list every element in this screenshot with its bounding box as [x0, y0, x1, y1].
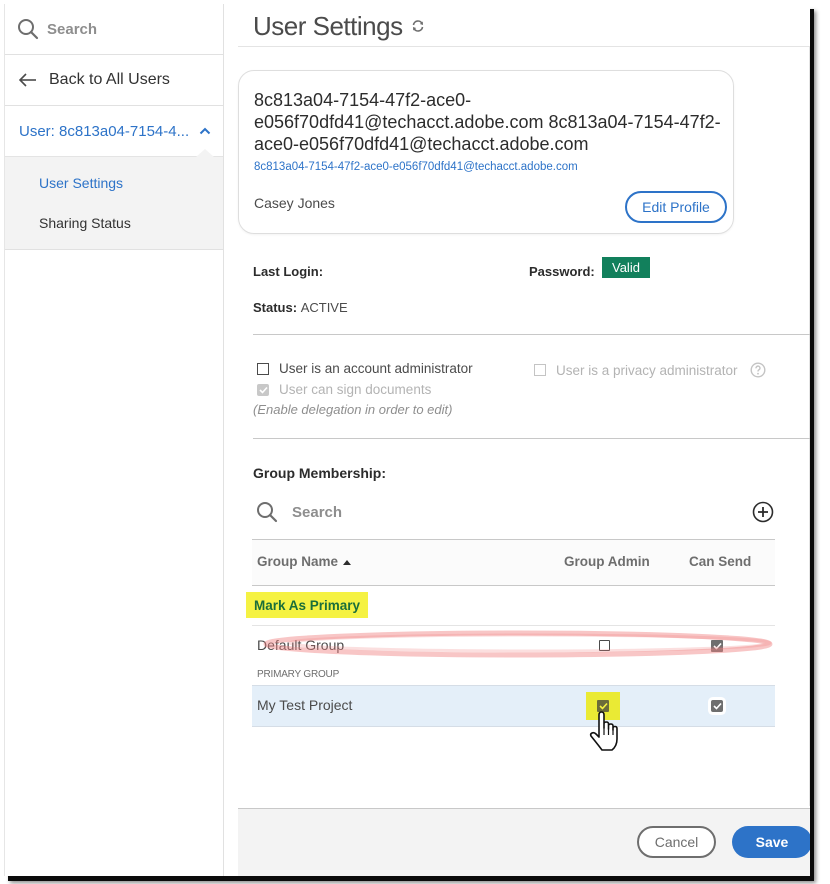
- title-divider: [238, 46, 810, 47]
- group-name: My Test Project: [257, 697, 353, 713]
- checkmark-icon: [598, 702, 608, 710]
- add-group-icon[interactable]: [752, 501, 774, 523]
- app-window: Search Back to All Users User: 8c813a04-…: [4, 4, 810, 876]
- privacy-admin-checkbox: [534, 364, 546, 376]
- status-field: Status: ACTIVE: [253, 300, 348, 315]
- group-name: Default Group: [257, 637, 345, 653]
- column-header-can-send: Can Send: [689, 554, 752, 569]
- sort-ascending-icon: [343, 559, 352, 565]
- column-header-group-name[interactable]: Group Name: [257, 554, 352, 569]
- arrow-left-icon: [19, 73, 36, 87]
- back-to-all-users-link[interactable]: Back to All Users: [5, 55, 223, 106]
- table-row[interactable]: Default Group: [252, 625, 775, 666]
- main-panel: User Settings 8c813a04-7154-47f2-ace0-e0…: [238, 4, 810, 876]
- edit-profile-button[interactable]: Edit Profile: [625, 191, 727, 223]
- checkmark-icon: [258, 386, 268, 394]
- footer-bar: Cancel Save: [238, 808, 810, 876]
- group-admin-checkbox[interactable]: [597, 700, 609, 712]
- can-send-checkbox[interactable]: [711, 700, 723, 712]
- password-status-badge: Valid: [602, 257, 650, 278]
- profile-card: 8c813a04-7154-47f2-ace0-e056f70dfd41@tec…: [238, 70, 734, 234]
- can-send-checkbox[interactable]: [711, 640, 723, 652]
- privacy-admin-checkbox-row: User is a privacy administrator: [534, 362, 766, 378]
- save-button[interactable]: Save: [732, 826, 810, 858]
- account-admin-checkbox-row[interactable]: User is an account administrator: [257, 361, 473, 376]
- sidebar-item-user-settings[interactable]: User Settings: [5, 163, 223, 203]
- profile-display-name: 8c813a04-7154-47f2-ace0-e056f70dfd41@tec…: [254, 90, 721, 154]
- password-label: Password:: [529, 264, 595, 279]
- help-icon[interactable]: [750, 362, 766, 378]
- delegation-note: (Enable delegation in order to edit): [253, 402, 453, 417]
- divider: [253, 438, 810, 439]
- profile-full-name: Casey Jones: [254, 195, 335, 211]
- last-login-label: Last Login:: [253, 264, 324, 279]
- sidebar-search-placeholder: Search: [47, 20, 98, 38]
- content-border: [809, 46, 810, 806]
- last-login-field: Last Login:: [253, 264, 323, 279]
- table-header: Group Name Group Admin Can Send: [252, 539, 775, 586]
- sidebar-user-label: User: 8c813a04-7154-4...: [19, 122, 190, 140]
- chevron-up-icon: [199, 127, 211, 135]
- status-value: ACTIVE: [300, 300, 348, 315]
- divider: [253, 334, 810, 335]
- column-label: Group Name: [257, 554, 339, 569]
- primary-group-label: PRIMARY GROUP: [257, 669, 340, 680]
- account-admin-label: User is an account administrator: [279, 361, 473, 376]
- status-label: Status:: [253, 300, 298, 315]
- search-icon: [18, 19, 39, 40]
- sidebar-search[interactable]: Search: [5, 4, 223, 55]
- group-search-input[interactable]: Search: [256, 501, 342, 523]
- group-admin-checkbox[interactable]: [599, 640, 610, 651]
- group-membership-title: Group Membership:: [253, 465, 387, 481]
- sidebar-submenu: User Settings Sharing Status: [5, 156, 223, 250]
- sidebar-user-toggle[interactable]: User: 8c813a04-7154-4...: [5, 106, 223, 157]
- sidebar-item-sharing-status[interactable]: Sharing Status: [5, 203, 223, 243]
- privacy-admin-label: User is a privacy administrator: [556, 362, 738, 378]
- group-search-placeholder: Search: [292, 503, 343, 521]
- group-table: Group Name Group Admin Can Send Mark As …: [246, 539, 775, 751]
- account-admin-checkbox[interactable]: [257, 362, 269, 375]
- profile-email: 8c813a04-7154-47f2-ace0-e056f70dfd41@tec…: [254, 161, 578, 173]
- checkmark-icon: [712, 642, 722, 650]
- search-icon: [257, 502, 278, 523]
- can-sign-label: User can sign documents: [279, 382, 432, 397]
- can-sign-checkbox: [257, 383, 269, 396]
- column-header-group-admin: Group Admin: [564, 554, 650, 569]
- can-sign-checkbox-row: User can sign documents: [257, 382, 431, 397]
- checkmark-icon: [712, 702, 722, 710]
- table-row[interactable]: My Test Project: [252, 685, 775, 727]
- sidebar: Search Back to All Users User: 8c813a04-…: [4, 4, 224, 876]
- cancel-button[interactable]: Cancel: [637, 826, 716, 858]
- page-title: User Settings: [253, 6, 425, 46]
- back-label: Back to All Users: [49, 71, 170, 88]
- page-title-text: User Settings: [253, 10, 403, 41]
- refresh-icon[interactable]: [411, 19, 425, 33]
- mark-as-primary-button[interactable]: Mark As Primary: [246, 592, 369, 618]
